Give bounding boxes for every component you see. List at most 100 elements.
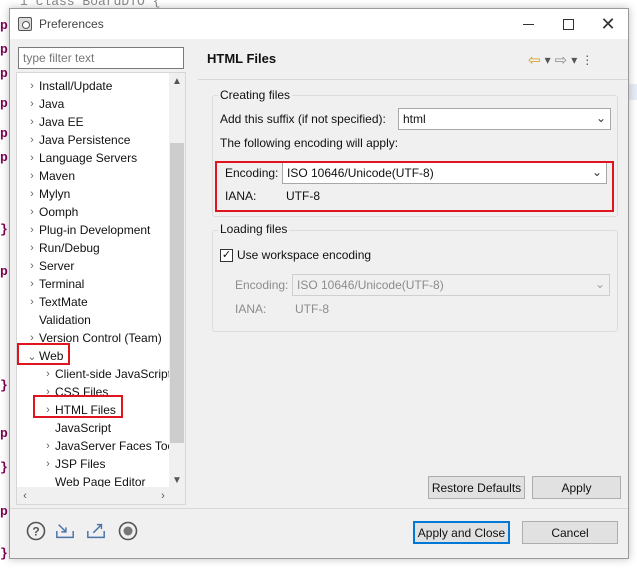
chevron-right-icon[interactable]: › bbox=[25, 188, 39, 200]
web-highlight-box bbox=[17, 343, 70, 365]
loading-iana-value: UTF-8 bbox=[295, 302, 329, 316]
gutter-marker: p bbox=[0, 18, 8, 33]
tree-item[interactable]: Validation bbox=[25, 311, 91, 329]
chevron-down-icon: ⌄ bbox=[594, 277, 605, 291]
tree-item[interactable]: › JSP Files bbox=[41, 455, 105, 473]
tree-item-label: Plug-in Development bbox=[39, 223, 151, 237]
chevron-right-icon[interactable]: › bbox=[25, 296, 39, 308]
forward-dropdown-icon[interactable]: ▾ bbox=[571, 53, 577, 67]
tree-horizontal-scrollbar[interactable]: ‹ › bbox=[17, 487, 185, 504]
html-files-highlight-box bbox=[33, 395, 123, 418]
tree-item-label: JavaScript bbox=[55, 421, 112, 435]
chevron-right-icon[interactable]: › bbox=[25, 206, 39, 218]
apply-button[interactable]: Apply bbox=[532, 476, 621, 499]
chevron-right-icon[interactable]: › bbox=[25, 152, 39, 164]
chevron-right-icon[interactable]: › bbox=[25, 98, 39, 110]
cancel-button[interactable]: Cancel bbox=[522, 521, 618, 544]
tree-vertical-scrollbar[interactable]: ▲ ▼ bbox=[169, 73, 185, 488]
filter-input[interactable]: type filter text bbox=[18, 47, 184, 69]
chevron-right-icon[interactable]: › bbox=[25, 134, 39, 146]
back-dropdown-icon[interactable]: ▾ bbox=[545, 53, 551, 67]
tree-item[interactable]: JavaScript bbox=[41, 419, 111, 437]
chevron-right-icon[interactable]: › bbox=[25, 116, 39, 128]
tree-item-label: JSP Files bbox=[55, 457, 106, 471]
preference-tree: › Install/Update › Java › Java EE › Java Persis… bbox=[16, 72, 186, 505]
tree-item[interactable]: › Oomph bbox=[25, 203, 78, 221]
chevron-right-icon[interactable]: › bbox=[25, 80, 39, 92]
tree-item[interactable]: › Java bbox=[25, 95, 64, 113]
chevron-right-icon[interactable]: › bbox=[25, 278, 39, 290]
loading-encoding-combo: ISO 10646/Unicode(UTF-8) ⌄ bbox=[292, 274, 610, 296]
title-bar: Preferences ✕ bbox=[10, 9, 628, 39]
tree-item[interactable]: › TextMate bbox=[25, 293, 88, 311]
tree-item-label: Language Servers bbox=[39, 151, 138, 165]
back-arrow-icon[interactable]: ⇦ bbox=[528, 51, 541, 69]
record-icon[interactable] bbox=[118, 521, 138, 541]
tree-item-label: Java bbox=[39, 97, 65, 111]
scroll-right-icon[interactable]: › bbox=[155, 487, 171, 504]
tree-item-label: Install/Update bbox=[39, 79, 113, 93]
tree-item-label: Terminal bbox=[39, 277, 85, 291]
gutter-marker: p bbox=[0, 126, 8, 141]
gutter-marker: p bbox=[0, 426, 8, 441]
tree-item[interactable]: › Maven bbox=[25, 167, 75, 185]
tree-item[interactable]: › Terminal bbox=[25, 275, 84, 293]
use-workspace-encoding-checkbox[interactable]: ✓ bbox=[220, 249, 233, 262]
chevron-right-icon[interactable]: › bbox=[41, 368, 55, 380]
suffix-value: html bbox=[403, 112, 426, 126]
header-separator bbox=[198, 79, 628, 80]
svg-text:?: ? bbox=[32, 525, 39, 539]
chevron-right-icon[interactable]: › bbox=[41, 440, 55, 452]
gutter-marker: p bbox=[0, 150, 8, 165]
suffix-label: Add this suffix (if not specified): bbox=[220, 112, 386, 126]
scroll-up-icon[interactable]: ▲ bbox=[169, 73, 185, 89]
tree-item[interactable]: › Plug-in Development bbox=[25, 221, 150, 239]
view-menu-icon[interactable]: ⋮ bbox=[581, 53, 593, 67]
maximize-button[interactable] bbox=[550, 9, 586, 39]
tree-item[interactable]: › Java Persistence bbox=[25, 131, 130, 149]
tree-item-label: JavaServer Faces Tools bbox=[55, 439, 183, 453]
tree-item-label: Run/Debug bbox=[39, 241, 100, 255]
tree-item-label: Java Persistence bbox=[39, 133, 131, 147]
scroll-left-icon[interactable]: ‹ bbox=[17, 487, 33, 504]
tree-item-label: Client-side JavaScript bbox=[55, 367, 172, 381]
gutter-marker: p bbox=[0, 264, 8, 279]
close-button[interactable]: ✕ bbox=[590, 9, 626, 39]
use-workspace-encoding-label: Use workspace encoding bbox=[237, 248, 372, 262]
scroll-down-icon[interactable]: ▼ bbox=[169, 472, 185, 488]
tree-item[interactable]: › Language Servers bbox=[25, 149, 137, 167]
scroll-thumb[interactable] bbox=[170, 143, 184, 443]
chevron-right-icon[interactable]: › bbox=[41, 458, 55, 470]
tree-item[interactable]: › Install/Update bbox=[25, 77, 112, 95]
loading-encoding-label: Encoding: bbox=[235, 278, 289, 292]
chevron-right-icon[interactable]: › bbox=[25, 224, 39, 236]
tree-item[interactable]: › Java EE bbox=[25, 113, 84, 131]
footer-separator bbox=[10, 508, 628, 509]
tree-item[interactable]: › Run/Debug bbox=[25, 239, 100, 257]
tree-item[interactable]: › Server bbox=[25, 257, 74, 275]
export-icon[interactable] bbox=[86, 521, 106, 541]
maximize-icon bbox=[562, 18, 574, 30]
tree-item-label: Oomph bbox=[39, 205, 79, 219]
preferences-dialog: Preferences ✕ type filter text › Install/… bbox=[9, 8, 629, 559]
restore-defaults-button[interactable]: Restore Defaults bbox=[428, 476, 525, 499]
chevron-right-icon[interactable]: › bbox=[25, 242, 39, 254]
apply-and-close-button[interactable]: Apply and Close bbox=[413, 521, 510, 544]
tree-item[interactable]: › JavaServer Faces Tools bbox=[41, 437, 183, 455]
loading-files-label: Loading files bbox=[218, 222, 290, 236]
tree-item[interactable]: › Client-side JavaScript bbox=[41, 365, 171, 383]
tree-item[interactable]: › Mylyn bbox=[25, 185, 70, 203]
suffix-combo[interactable]: html ⌄ bbox=[398, 108, 611, 130]
page-title: HTML Files bbox=[207, 51, 277, 66]
encoding-highlight-box bbox=[215, 161, 614, 212]
forward-arrow-icon[interactable]: ⇨ bbox=[555, 51, 568, 69]
editor-highlight bbox=[629, 84, 637, 100]
chevron-right-icon[interactable]: › bbox=[25, 170, 39, 182]
gutter-marker: } bbox=[0, 460, 8, 475]
tree-item-label: Java EE bbox=[39, 115, 84, 129]
minimize-button[interactable] bbox=[510, 9, 546, 39]
gutter-marker: } bbox=[0, 378, 8, 393]
chevron-right-icon[interactable]: › bbox=[25, 260, 39, 272]
import-icon[interactable] bbox=[55, 521, 75, 541]
help-icon[interactable]: ? bbox=[26, 521, 46, 541]
